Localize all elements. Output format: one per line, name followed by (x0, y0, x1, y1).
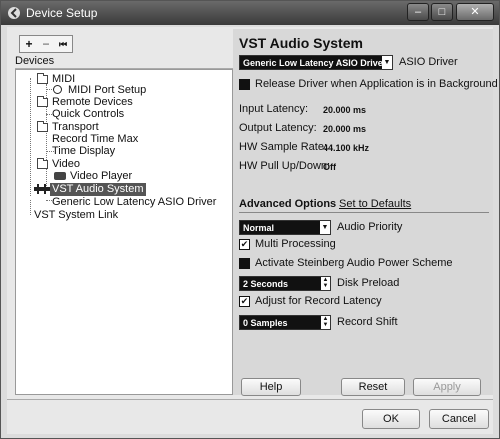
disk-preload-spinner[interactable]: 2 Seconds ▲ ▼ (239, 276, 331, 291)
apply-button[interactable]: Apply (413, 378, 481, 396)
chevron-down-icon: ▼ (382, 56, 392, 69)
ok-button[interactable]: OK (362, 409, 420, 429)
vst-audio-system-panel: VST Audio System Generic Low Latency ASI… (233, 29, 498, 396)
panel-heading: VST Audio System (239, 35, 363, 51)
power-scheme-label: Activate Steinberg Audio Power Scheme (255, 257, 453, 269)
add-device-button[interactable]: + (21, 36, 37, 52)
reset-button[interactable]: Reset (341, 378, 405, 396)
devices-pane: + − ⏮ Devices MIDI MIDI Port Setup Remot… (11, 29, 233, 395)
vst-audio-icon (34, 184, 50, 194)
title-bar[interactable]: Device Setup – □ ✕ (1, 1, 499, 25)
tree-item-time-display[interactable]: Time Display (52, 145, 115, 158)
disk-preload-value: 2 Seconds (243, 279, 289, 289)
adjust-latency-label: Adjust for Record Latency (255, 295, 382, 307)
audio-priority-label: Audio Priority (337, 221, 403, 233)
asio-driver-value: Generic Low Latency ASIO Driver (243, 58, 387, 68)
device-setup-window: Device Setup – □ ✕ + − ⏮ Devices MIDI MI… (0, 0, 500, 439)
record-shift-spinner[interactable]: 0 Samples ▲ ▼ (239, 315, 331, 330)
release-driver-label: Release Driver when Application is in Ba… (255, 78, 498, 90)
midi-port-icon (53, 85, 62, 94)
multi-processing-label: Multi Processing (255, 238, 336, 250)
tab-advanced-options[interactable]: Advanced Options (239, 198, 336, 210)
remove-device-button[interactable]: − (38, 36, 54, 52)
input-latency-value: 20.000 ms (323, 105, 367, 115)
spin-arrows-icon: ▲ ▼ (321, 316, 330, 329)
audio-priority-dropdown[interactable]: Normal ▼ (239, 220, 331, 235)
help-button[interactable]: Help (241, 378, 301, 396)
minimize-button[interactable]: – (407, 3, 429, 21)
disk-preload-label: Disk Preload (337, 277, 400, 289)
multi-processing-checkbox[interactable]: ✔ (239, 239, 250, 250)
close-button[interactable]: ✕ (456, 3, 494, 21)
cubase-app-icon (8, 7, 20, 19)
spin-arrows-icon: ▲ ▼ (321, 277, 330, 290)
cancel-button[interactable]: Cancel (429, 409, 489, 429)
video-player-icon (54, 172, 66, 180)
tree-item-generic-asio-driver[interactable]: Generic Low Latency ASIO Driver (52, 196, 216, 209)
adjust-latency-checkbox[interactable]: ✔ (239, 296, 250, 307)
record-shift-label: Record Shift (337, 316, 398, 328)
sample-rate-label: HW Sample Rate: (239, 141, 328, 153)
asio-driver-dropdown[interactable]: Generic Low Latency ASIO Driver ▼ (239, 55, 393, 70)
devices-header: Devices (15, 55, 233, 69)
devices-toolbar: + − ⏮ (19, 35, 73, 53)
dialog-client-area: + − ⏮ Devices MIDI MIDI Port Setup Remot… (7, 27, 498, 434)
tree-item-quick-controls[interactable]: Quick Controls (52, 108, 124, 121)
pull-up-down-label: HW Pull Up/Down: (239, 160, 331, 172)
pull-up-down-value: Off (323, 162, 336, 172)
folder-icon (37, 121, 48, 132)
output-latency-value: 20.000 ms (323, 124, 367, 134)
output-latency-label: Output Latency: (239, 122, 317, 134)
folder-icon (37, 73, 48, 84)
reset-device-button[interactable]: ⏮ (55, 36, 71, 52)
window-title: Device Setup (26, 6, 98, 20)
folder-icon (37, 96, 48, 107)
chevron-down-icon: ▼ (320, 221, 330, 234)
folder-icon (37, 158, 48, 169)
sample-rate-value: 44.100 kHz (323, 143, 370, 153)
tree-item-video-player[interactable]: Video Player (70, 170, 132, 183)
footer-separator (7, 399, 493, 400)
advanced-separator (239, 212, 489, 213)
record-shift-value: 0 Samples (243, 318, 288, 328)
audio-priority-value: Normal (243, 223, 275, 233)
tree-line (30, 78, 31, 196)
devices-tree[interactable]: MIDI MIDI Port Setup Remote Devices Quic… (15, 69, 233, 395)
tree-line (30, 200, 31, 215)
tree-item-vst-system-link[interactable]: VST System Link (34, 209, 118, 222)
maximize-button[interactable]: □ (431, 3, 453, 21)
asio-driver-label: ASIO Driver (399, 56, 458, 68)
power-scheme-checkbox[interactable] (239, 258, 250, 269)
tree-item-vst-audio-system[interactable]: VST Audio System (50, 183, 146, 196)
input-latency-label: Input Latency: (239, 103, 309, 115)
release-driver-checkbox[interactable] (239, 79, 250, 90)
set-to-defaults-link[interactable]: Set to Defaults (339, 198, 411, 210)
